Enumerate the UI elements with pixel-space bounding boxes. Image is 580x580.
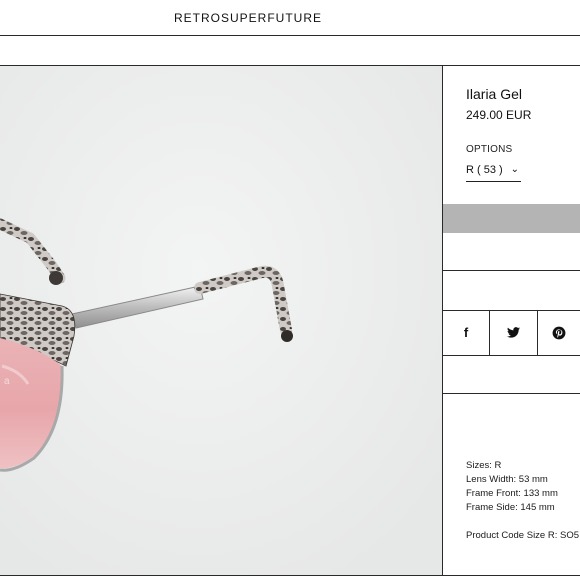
svg-text:a: a [4,376,10,387]
top-header: RETROSUPERFUTURE [0,0,580,36]
share-pinterest-button[interactable] [538,310,580,355]
share-row: f [443,310,580,355]
product-image: a [0,66,443,576]
size-select-value: R ( 53 ) [466,164,503,176]
twitter-icon [507,327,520,338]
product-title: Ilaria Gel [466,86,523,102]
pinterest-icon [552,326,566,339]
spec-lens-width: Lens Width: 53 mm [466,474,548,485]
divider [443,355,580,356]
spec-frame-side: Frame Side: 145 mm [466,502,555,513]
share-twitter-button[interactable] [490,310,538,355]
share-facebook-button[interactable]: f [443,310,490,355]
options-label: OPTIONS [466,144,513,155]
facebook-icon: f [463,325,469,340]
add-to-cart-button[interactable] [443,204,580,233]
bottom-divider [0,575,580,576]
chevron-down-icon: ⌄ [510,164,519,175]
size-select[interactable]: R ( 53 ) ⌄ [466,164,521,182]
spec-frame-front: Frame Front: 133 mm [466,488,558,499]
spec-size: Sizes: R [466,460,502,471]
sunglasses-illustration: a [0,66,442,576]
nav-bar [0,36,580,66]
divider [443,270,580,271]
spec-product-code: Product Code Size R: SO5 [466,530,579,541]
brand-logo[interactable]: RETROSUPERFUTURE [0,11,496,25]
product-price: 249.00 EUR [466,108,532,122]
product-info-panel: Ilaria Gel 249.00 EUR OPTIONS R ( 53 ) ⌄… [443,66,580,576]
divider [443,393,580,394]
